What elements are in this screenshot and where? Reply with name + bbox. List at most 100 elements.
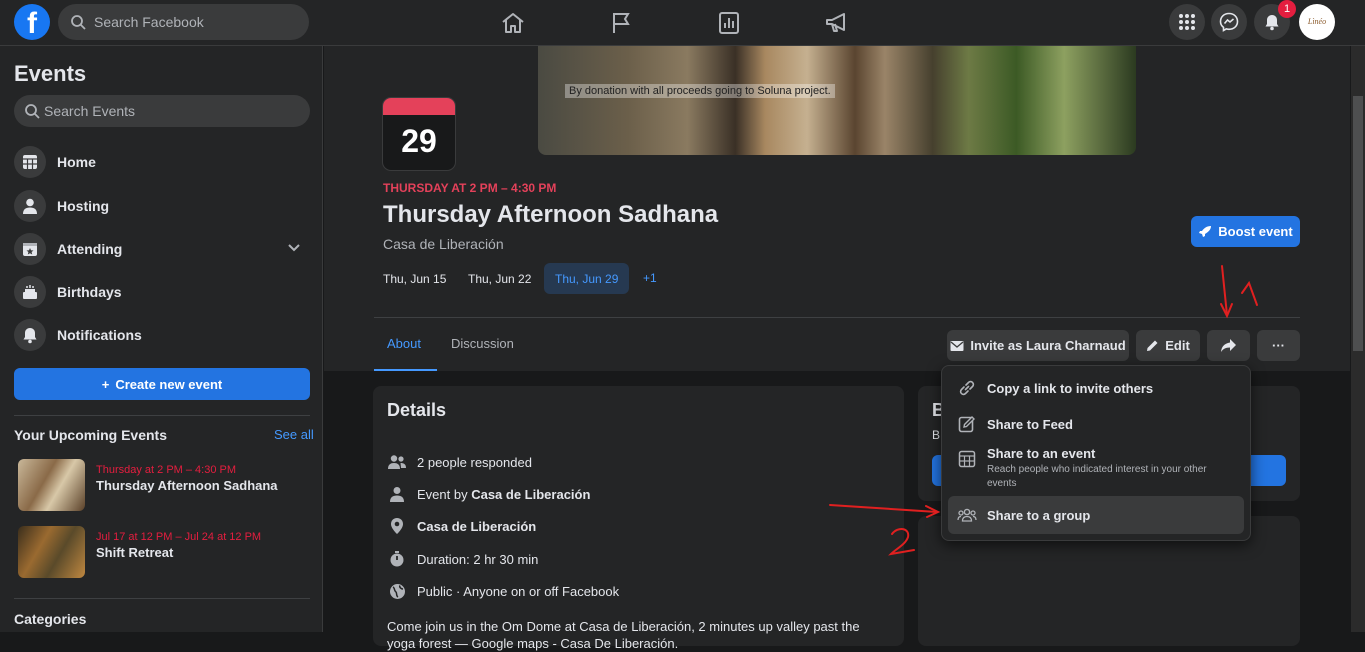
search-icon <box>71 15 86 30</box>
date-chip[interactable]: Thu, Jun 15 <box>372 263 457 294</box>
invite-button[interactable]: Invite as Laura Charnaud <box>947 330 1129 361</box>
edit-label: Edit <box>1165 338 1190 353</box>
sidebar-item-label: Home <box>57 154 96 170</box>
event-by-row: Event by Casa de Liberación <box>387 484 590 504</box>
tab-about[interactable]: About <box>387 336 421 351</box>
people-icon <box>387 452 407 472</box>
calendar-day: 29 <box>401 123 437 159</box>
invite-label: Invite as Laura Charnaud <box>970 338 1126 353</box>
sidebar-item-attending[interactable]: Attending <box>14 230 310 268</box>
facebook-logo[interactable]: f <box>14 4 50 40</box>
home-nav-icon[interactable] <box>498 8 528 38</box>
menu-item-copy-link[interactable]: Copy a link to invite others <box>948 371 1244 405</box>
bell-icon <box>14 319 46 351</box>
notification-badge: 1 <box>1278 0 1296 18</box>
side-card-text: B <box>932 428 941 442</box>
location-pin-icon <box>387 516 407 536</box>
boost-event-button[interactable]: Boost event <box>1191 216 1300 247</box>
sidebar-item-label: Notifications <box>57 327 142 343</box>
responded-text[interactable]: 2 people responded <box>417 455 532 470</box>
events-search-box[interactable] <box>14 95 310 127</box>
divider <box>374 317 1300 318</box>
page-scrollbar[interactable] <box>1351 46 1365 632</box>
compose-icon <box>956 413 978 435</box>
globe-icon <box>387 581 407 601</box>
profile-avatar[interactable]: Lìnéo <box>1299 4 1335 40</box>
upcoming-event-name: Shift Retreat <box>96 545 174 560</box>
ads-chart-icon[interactable] <box>714 8 744 38</box>
top-navigation-bar: f 1 Lìnéo <box>0 0 1365 46</box>
divider <box>14 415 310 416</box>
event-thumbnail <box>18 459 85 511</box>
see-all-link[interactable]: See all <box>274 427 314 442</box>
chevron-down-icon[interactable] <box>286 240 302 256</box>
tab-discussion[interactable]: Discussion <box>451 336 514 351</box>
menu-item-label: Copy a link to invite others <box>987 380 1154 396</box>
rocket-icon <box>1199 225 1212 237</box>
cake-icon <box>14 276 46 308</box>
ellipsis-icon: ··· <box>1272 338 1285 353</box>
cover-caption: By donation with all proceeds going to S… <box>565 84 835 98</box>
messenger-icon[interactable] <box>1211 4 1247 40</box>
link-icon <box>956 377 978 399</box>
more-dates-link[interactable]: +1 <box>643 271 657 285</box>
event-by-prefix: Event by <box>417 486 472 502</box>
plus-icon: + <box>101 376 110 392</box>
scrollbar-thumb[interactable] <box>1353 96 1363 351</box>
sidebar-item-home[interactable]: Home <box>14 143 310 181</box>
date-chip[interactable]: Thu, Jun 22 <box>457 263 542 294</box>
menu-item-share-event[interactable]: Share to an event Reach people who indic… <box>948 443 1244 493</box>
location-row: Casa de Liberación <box>387 516 536 536</box>
calendar-grid-icon <box>956 448 978 470</box>
calendar-star-icon <box>14 233 46 265</box>
edit-button[interactable]: Edit <box>1136 330 1200 361</box>
event-title: Thursday Afternoon Sadhana <box>383 201 719 228</box>
menu-item-description: Reach people who indicated interest in y… <box>987 464 1207 489</box>
search-icon <box>25 104 40 119</box>
facebook-search-input[interactable] <box>94 14 294 30</box>
event-thumbnail <box>18 526 85 578</box>
person-icon <box>387 484 407 504</box>
details-title: Details <box>387 400 447 420</box>
more-options-button[interactable]: ··· <box>1257 330 1300 361</box>
divider <box>14 598 310 599</box>
event-time: THURSDAY AT 2 PM – 4:30 PM <box>383 181 557 195</box>
event-by-name[interactable]: Casa de Liberación <box>471 487 590 502</box>
categories-title: Categories <box>14 611 87 627</box>
megaphone-icon[interactable] <box>822 8 852 38</box>
sidebar-title: Events <box>14 61 87 86</box>
pencil-icon <box>1147 340 1158 351</box>
menu-grid-icon[interactable] <box>1169 4 1205 40</box>
envelope-icon <box>950 340 964 351</box>
create-new-event-button[interactable]: + Create new event <box>14 368 310 400</box>
date-chip-selected[interactable]: Thu, Jun 29 <box>544 263 630 294</box>
menu-item-share-group[interactable]: Share to a group <box>948 496 1244 534</box>
sidebar-item-label: Hosting <box>57 198 110 214</box>
menu-item-share-feed[interactable]: Share to Feed <box>948 407 1244 441</box>
menu-item-label: Share to an event <box>987 446 1096 461</box>
privacy-text: Public · Anyone on or off Facebook <box>417 583 620 599</box>
responded-row: 2 people responded <box>387 452 532 472</box>
facebook-search-box[interactable] <box>58 4 309 40</box>
upcoming-event-item[interactable]: Thursday at 2 PM – 4:30 PM Thursday Afte… <box>18 459 308 511</box>
location-text[interactable]: Casa de Liberación <box>417 519 536 534</box>
calendar-grid-icon <box>14 146 46 178</box>
sidebar-item-hosting[interactable]: Hosting <box>14 187 310 225</box>
share-menu: Copy a link to invite others Share to Fe… <box>941 365 1251 541</box>
share-arrow-icon <box>1221 339 1236 352</box>
duration-row: Duration: 2 hr 30 min <box>387 549 538 569</box>
upcoming-event-item[interactable]: Jul 17 at 12 PM – Jul 24 at 12 PM Shift … <box>18 526 308 578</box>
pages-flag-icon[interactable] <box>606 8 636 38</box>
sidebar-item-label: Attending <box>57 241 123 257</box>
share-button[interactable] <box>1207 330 1250 361</box>
calendar-date-badge: 29 <box>383 98 455 170</box>
events-search-input[interactable] <box>44 103 244 119</box>
sidebar-item-notifications[interactable]: Notifications <box>14 316 310 354</box>
upcoming-event-date: Thursday at 2 PM – 4:30 PM <box>96 464 237 476</box>
person-icon <box>14 190 46 222</box>
upcoming-event-name: Thursday Afternoon Sadhana <box>96 478 278 493</box>
event-cover-photo: By donation with all proceeds going to S… <box>538 46 1136 155</box>
event-host[interactable]: Casa de Liberación <box>383 236 504 252</box>
sidebar-item-birthdays[interactable]: Birthdays <box>14 273 310 311</box>
create-button-label: Create new event <box>115 376 223 392</box>
